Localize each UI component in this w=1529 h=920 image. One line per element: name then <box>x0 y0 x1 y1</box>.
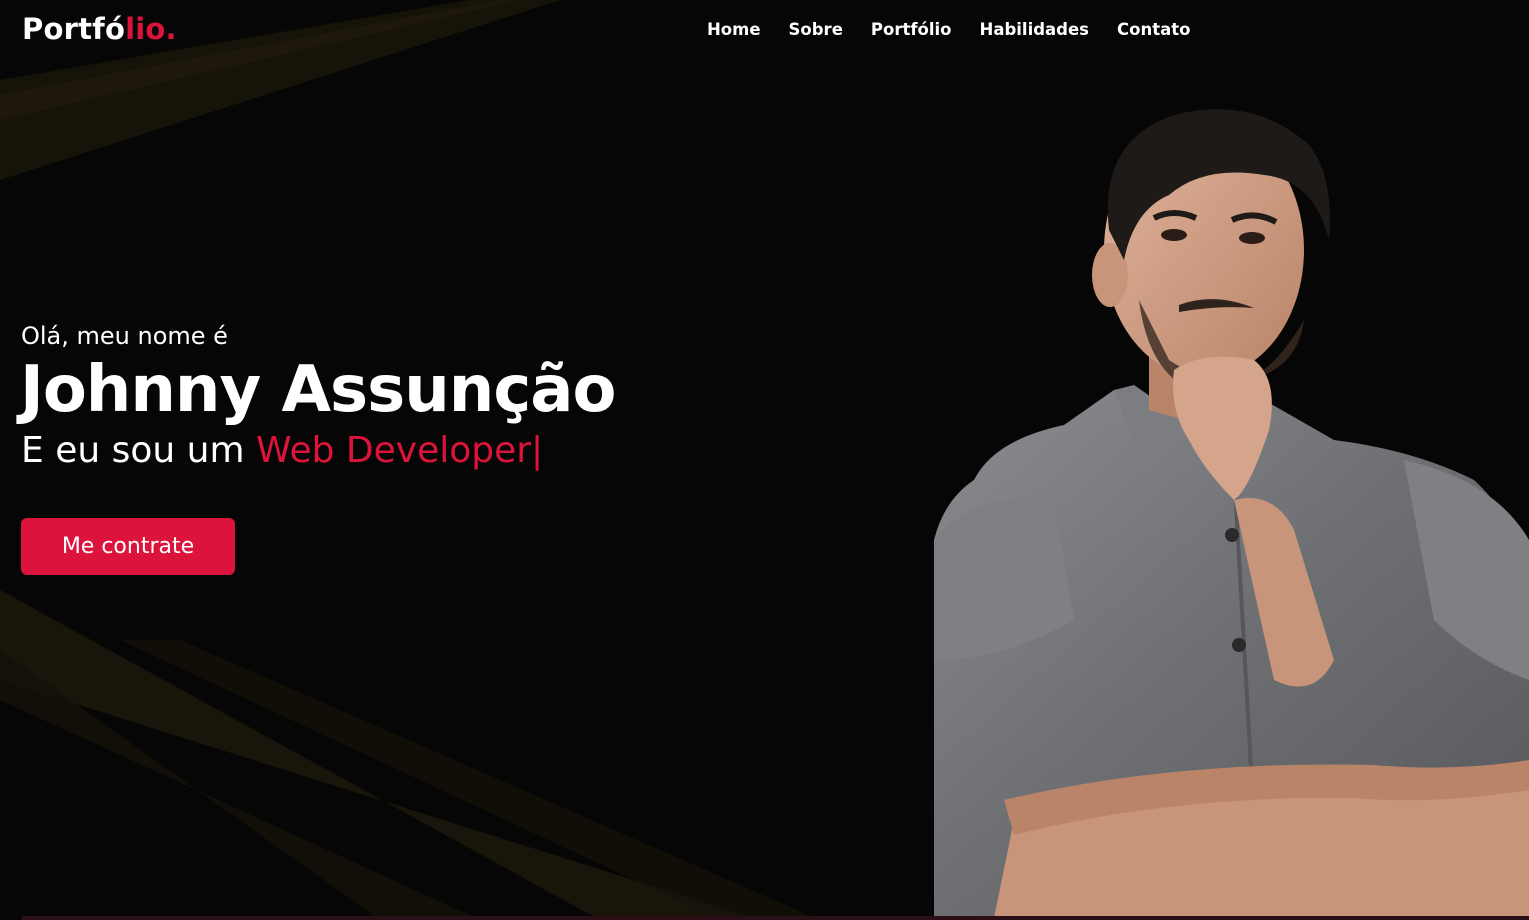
nav-item-portfolio: Portfólio <box>871 20 952 39</box>
hero-role: E eu sou um Web Developer| <box>21 430 615 471</box>
hero-role-prefix: E eu sou um <box>21 430 256 471</box>
portrait-photo <box>934 109 1529 918</box>
logo[interactable]: Portfólio. <box>22 12 177 46</box>
bottom-divider <box>22 916 1529 920</box>
nav-item-home: Home <box>707 20 761 39</box>
nav-menu: Home Sobre Portfólio Habilidades Contato <box>707 20 1218 39</box>
nav-item-habilidades: Habilidades <box>980 20 1090 39</box>
hero-role-typed: Web Developer| <box>255 430 544 471</box>
nav-link-contato[interactable]: Contato <box>1117 20 1190 39</box>
navbar: Portfólio. Home Sobre Portfólio Habilida… <box>0 0 1529 64</box>
portfolio-page: Portfólio. Home Sobre Portfólio Habilida… <box>0 0 1529 920</box>
hero-text: Olá, meu nome é Johnny Assunção E eu sou… <box>20 322 616 471</box>
nav-link-sobre[interactable]: Sobre <box>789 20 843 39</box>
nav-item-contato: Contato <box>1117 20 1190 39</box>
nav-link-habilidades[interactable]: Habilidades <box>980 20 1090 39</box>
hero-greeting: Olá, meu nome é <box>21 322 228 350</box>
nav-link-portfolio[interactable]: Portfólio <box>871 20 952 39</box>
logo-main: Portfó <box>22 12 126 46</box>
logo-accent: lio. <box>125 12 177 46</box>
hero-name: Johnny Assunção <box>20 353 616 427</box>
nav-link-home[interactable]: Home <box>707 20 761 39</box>
hire-me-button[interactable]: Me contrate <box>21 518 235 575</box>
nav-item-sobre: Sobre <box>789 20 843 39</box>
